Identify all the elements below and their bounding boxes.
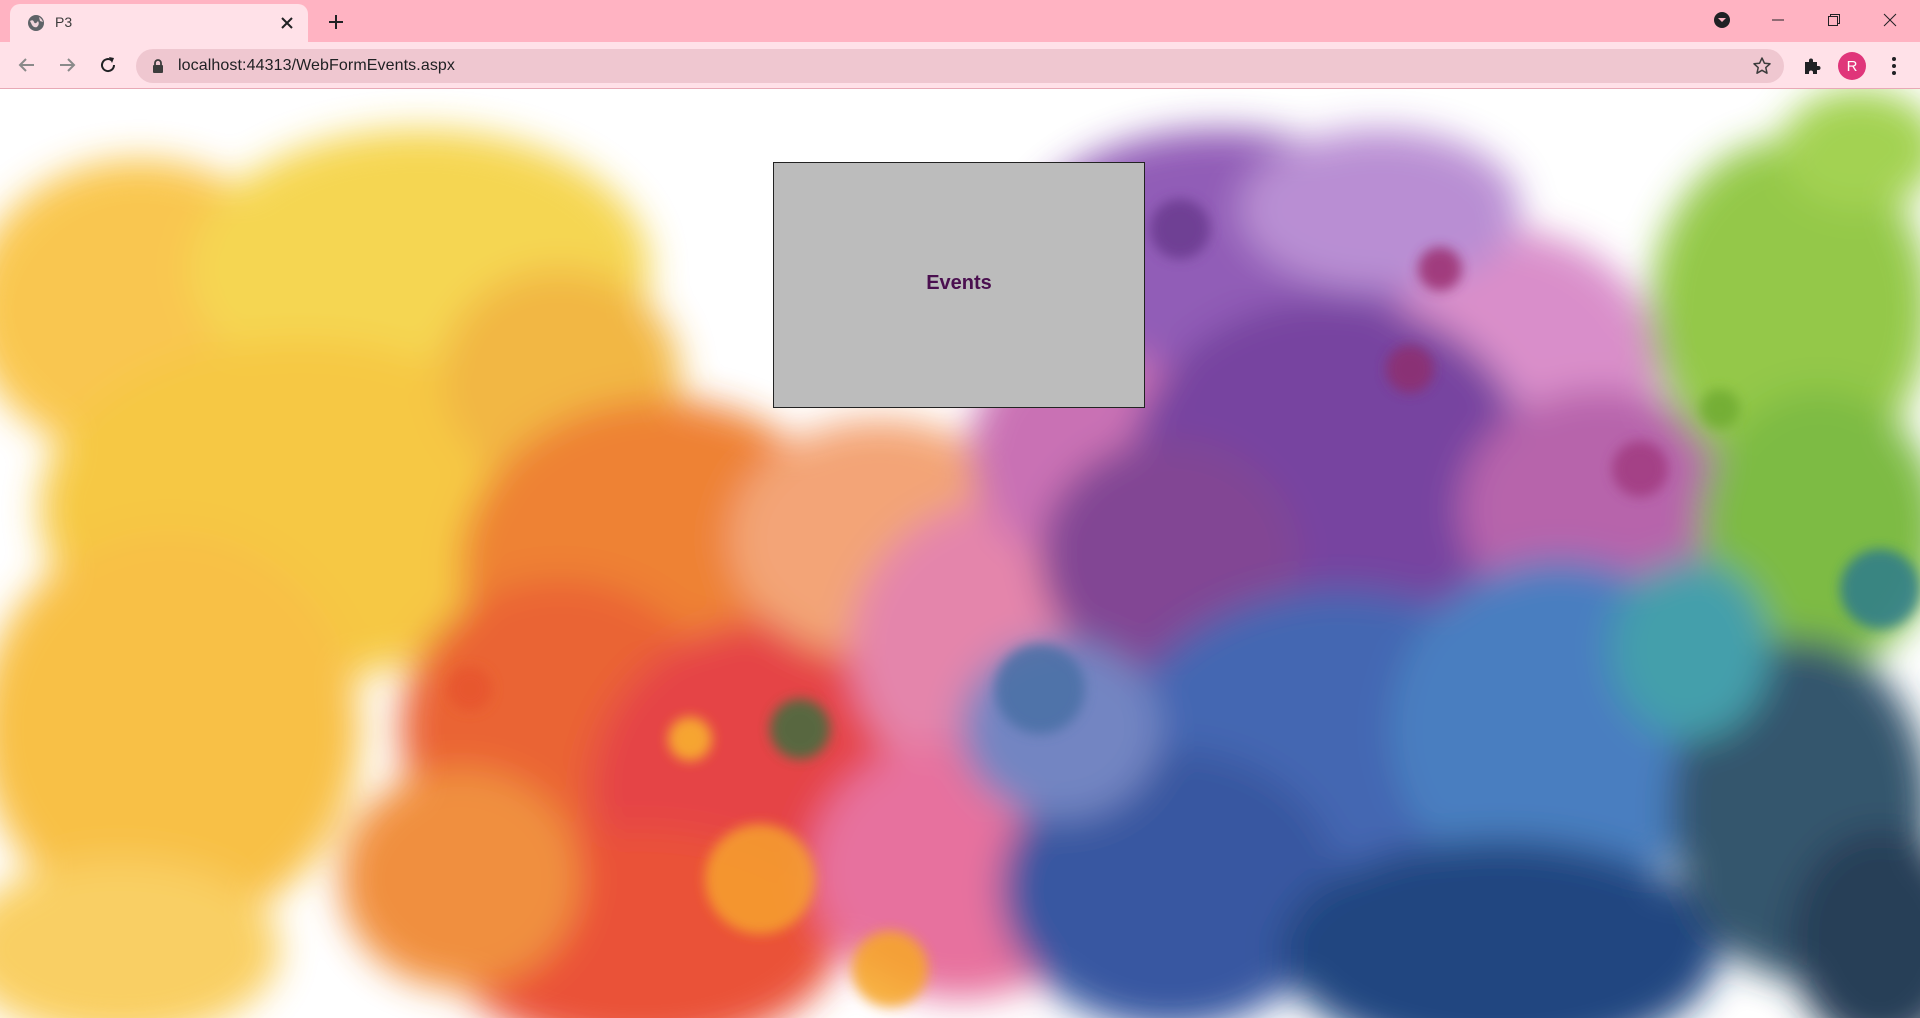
browser-window: P3 localhost:44313/WebFormEvents.aspx R … [0, 0, 1920, 1018]
reload-icon[interactable] [92, 49, 124, 81]
close-icon[interactable] [276, 12, 298, 34]
tab-search-icon[interactable] [1694, 0, 1750, 40]
forward-icon[interactable] [51, 49, 83, 81]
globe-icon [26, 13, 46, 33]
page-viewport: Events [0, 89, 1920, 1018]
avatar[interactable]: R [1838, 52, 1866, 80]
url-text: localhost:44313/WebFormEvents.aspx [178, 57, 456, 74]
toolbar: localhost:44313/WebFormEvents.aspx R [0, 42, 1920, 89]
back-icon[interactable] [11, 49, 43, 81]
puzzle-icon[interactable] [1796, 50, 1828, 82]
tab-strip: P3 [0, 0, 1920, 42]
tab-active[interactable]: P3 [10, 4, 308, 42]
kebab-menu-icon[interactable] [1878, 50, 1910, 82]
lock-icon[interactable] [150, 58, 166, 74]
plus-icon[interactable] [322, 8, 350, 36]
tab-title: P3 [55, 14, 73, 30]
restore-icon[interactable] [1806, 0, 1862, 40]
address-bar[interactable]: localhost:44313/WebFormEvents.aspx [136, 49, 1784, 83]
window-close-icon[interactable] [1862, 0, 1918, 40]
star-icon[interactable] [1752, 56, 1772, 76]
events-label: Events [926, 271, 992, 294]
minimize-icon[interactable] [1750, 0, 1806, 40]
events-panel[interactable]: Events [773, 162, 1145, 408]
